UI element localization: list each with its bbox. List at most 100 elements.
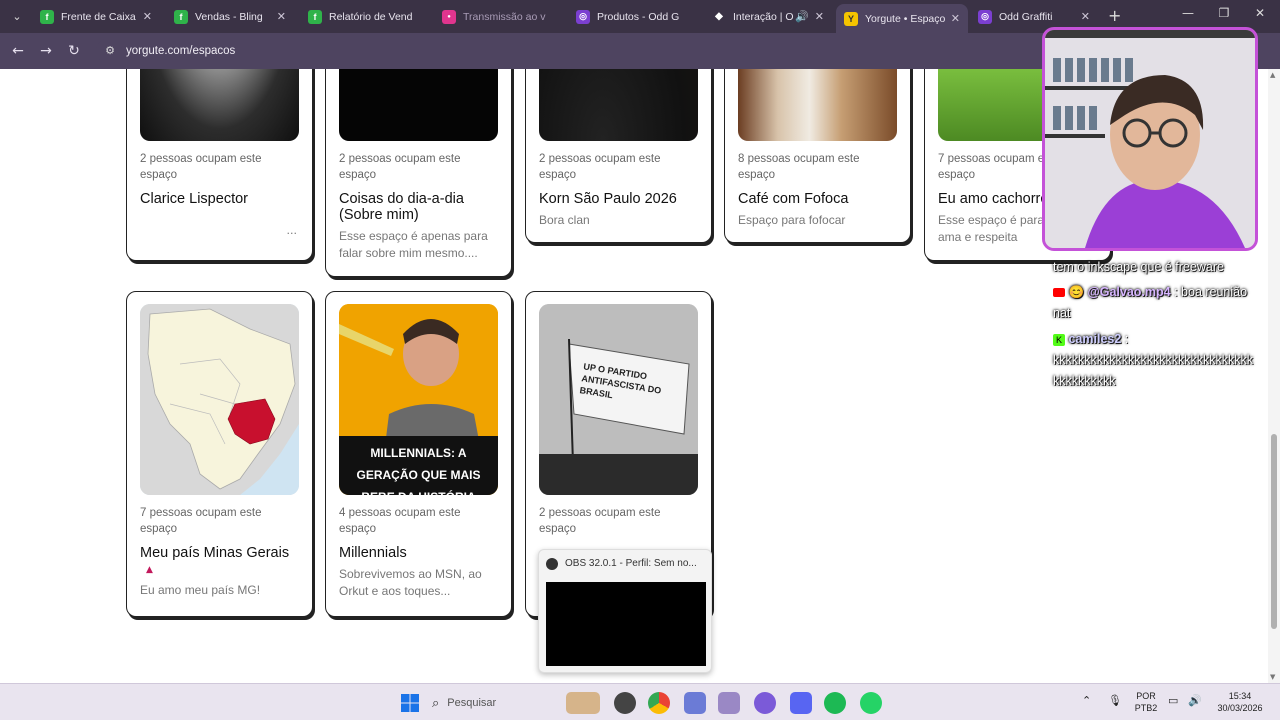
space-title: Clarice Lispector bbox=[140, 191, 248, 207]
page-scrollbar[interactable]: ▲ ▼ bbox=[1268, 69, 1280, 683]
tab-odd-graffiti[interactable]: ◎ Odd Graffiti ✕ bbox=[970, 4, 1098, 29]
brazil-map-image bbox=[140, 304, 299, 495]
tab-label: Yorgute • Espaços bbox=[865, 12, 945, 25]
kick-icon: K bbox=[1053, 334, 1065, 346]
burger-widget-icon[interactable] bbox=[566, 692, 600, 714]
obs-window-title: OBS 32.0.1 - Perfil: Sem no... bbox=[565, 558, 697, 569]
chat-message: tem o inkscape que é freeware bbox=[1053, 260, 1224, 274]
volume-icon[interactable]: 🔊 bbox=[1188, 695, 1202, 707]
obs-icon bbox=[546, 558, 558, 570]
tab-transmissao[interactable]: ● Transmissão ao v bbox=[434, 4, 562, 29]
occupancy-text: 2 pessoas ocupam este espaço bbox=[140, 153, 262, 181]
emoji-icon: 😊 bbox=[1068, 285, 1085, 299]
back-arrow-icon[interactable]: ← bbox=[8, 41, 28, 61]
odd-graffiti-favicon-icon: ◎ bbox=[978, 9, 992, 24]
space-card[interactable]: 7 pessoas ocupam este espaço Meu país Mi… bbox=[126, 291, 313, 617]
close-icon[interactable]: ✕ bbox=[143, 10, 152, 23]
reload-icon[interactable]: ↻ bbox=[64, 41, 84, 61]
clock-time: 15:34 bbox=[1228, 691, 1252, 701]
forward-arrow-icon[interactable]: → bbox=[36, 41, 56, 61]
chat-message: 😊 @Galvao.mp4 : boa reunião nat bbox=[1053, 282, 1253, 324]
whatsapp-icon[interactable] bbox=[860, 692, 882, 714]
space-thumbnail bbox=[339, 69, 498, 141]
tab-search-chevron-icon[interactable]: ⌄ bbox=[6, 6, 28, 28]
restore-icon[interactable]: ❐ bbox=[1214, 6, 1234, 20]
occupancy-text: 4 pessoas ocupam este espaço bbox=[339, 507, 461, 535]
live-favicon-icon: ● bbox=[442, 9, 456, 24]
youtube-icon bbox=[1053, 288, 1065, 298]
tab-produtos-odd[interactable]: ◎ Produtos - Odd G bbox=[568, 4, 696, 29]
chat-username: @Galvao.mp4 bbox=[1087, 285, 1171, 299]
space-title: Coisas do dia-a-dia (Sobre mim) bbox=[339, 191, 464, 223]
close-icon[interactable]: ✕ bbox=[277, 10, 286, 23]
space-title: Korn São Paulo 2026 bbox=[539, 191, 677, 207]
obs-taskbar-preview[interactable]: OBS 32.0.1 - Perfil: Sem no... bbox=[538, 549, 712, 673]
bling-favicon-icon: f bbox=[174, 9, 188, 24]
space-description: Bora clan bbox=[539, 213, 590, 227]
space-thumbnail bbox=[140, 69, 299, 141]
spotify-icon[interactable] bbox=[824, 692, 846, 714]
chat-message: K camiles2 : kkkkkkkkkkkkkkkkkkkkkkkkkkk… bbox=[1053, 329, 1258, 392]
space-thumbnail bbox=[539, 69, 698, 141]
occupancy-text: 2 pessoas ocupam este espaço bbox=[539, 153, 661, 181]
microphone-icon[interactable]: 🎙 bbox=[1108, 695, 1122, 707]
scroll-up-icon[interactable]: ▲ bbox=[1270, 71, 1275, 79]
bling-favicon-icon: f bbox=[40, 9, 54, 24]
tab-label: Odd Graffiti bbox=[999, 10, 1053, 23]
obs-app-icon[interactable] bbox=[614, 692, 636, 714]
tab-relatorio-de-vendas[interactable]: f Relatório de Vend bbox=[300, 4, 428, 29]
space-card[interactable]: MILLENNIALS: A GERAÇÃO QUE MAIS BEBE DA … bbox=[325, 291, 512, 617]
window-close-icon[interactable]: ✕ bbox=[1250, 6, 1270, 20]
windows-taskbar: ⌕ Pesquisar ⌃ 🎙 POR PTB2 ▭ 🔊 15:34 30/03… bbox=[0, 683, 1280, 720]
streamer-video-image bbox=[1045, 30, 1255, 248]
space-card[interactable]: 2 pessoas ocupam este espaço Clarice Lis… bbox=[126, 69, 313, 261]
close-icon[interactable]: ✕ bbox=[951, 12, 960, 25]
space-card[interactable]: 2 pessoas ocupam este espaço Coisas do d… bbox=[325, 69, 512, 277]
taskbar-search[interactable]: ⌕ Pesquisar bbox=[432, 690, 536, 716]
space-title: Meu país Minas Gerais bbox=[140, 545, 290, 561]
scroll-thumb[interactable] bbox=[1271, 434, 1277, 629]
clock[interactable]: 15:34 30/03/2026 bbox=[1212, 690, 1268, 714]
more-indicator: ... bbox=[286, 224, 298, 237]
discord-icon[interactable] bbox=[790, 692, 812, 714]
url-text: yorgute.com/espacos bbox=[126, 45, 236, 57]
tab-frente-de-caixa[interactable]: f Frente de Caixa - ✕ bbox=[32, 4, 160, 29]
lang-bottom: PTB2 bbox=[1134, 703, 1158, 713]
occupancy-text: 2 pessoas ocupam este espaço bbox=[539, 507, 661, 535]
occupancy-text: 7 pessoas ocupam este espaço bbox=[140, 507, 262, 535]
space-card[interactable]: 8 pessoas ocupam este espaço Café com Fo… bbox=[724, 69, 911, 243]
space-description: Eu amo meu país MG! bbox=[140, 583, 261, 597]
tab-vendas-bling[interactable]: f Vendas - Bling ✕ bbox=[166, 4, 294, 29]
tab-label: Produtos - Odd G bbox=[597, 10, 680, 23]
speaker-icon[interactable]: 🔊 bbox=[795, 10, 809, 23]
new-tab-button[interactable]: + bbox=[1108, 6, 1121, 26]
space-description: Sobrevivemos ao MSN, ao Orkut e aos toqu… bbox=[339, 567, 482, 598]
bling-favicon-icon: f bbox=[308, 9, 322, 24]
chevron-up-icon[interactable]: ⌃ bbox=[1082, 695, 1091, 707]
chrome-icon[interactable] bbox=[648, 692, 670, 714]
address-bar[interactable]: ⚙ yorgute.com/espacos bbox=[96, 38, 1056, 64]
close-icon[interactable]: ✕ bbox=[1081, 10, 1090, 23]
site-settings-icon[interactable]: ⚙ bbox=[102, 43, 118, 59]
scroll-down-icon[interactable]: ▼ bbox=[1270, 673, 1275, 681]
lang-top: POR bbox=[1136, 691, 1156, 701]
caret-up-icon: ▲ bbox=[146, 565, 153, 575]
occupancy-text: 2 pessoas ocupam este espaço bbox=[339, 153, 461, 181]
tab-label: Transmissão ao v bbox=[463, 10, 546, 23]
tab-yorgute-espacos[interactable]: Y Yorgute • Espaços ✕ bbox=[836, 4, 968, 33]
tab-interacao[interactable]: ◆ Interação | O 🔊 ✕ bbox=[704, 4, 832, 29]
close-icon[interactable]: ✕ bbox=[815, 10, 824, 23]
file-explorer-icon[interactable] bbox=[718, 692, 740, 714]
windows-start-icon[interactable] bbox=[399, 692, 421, 714]
space-thumbnail bbox=[140, 304, 299, 495]
app-icon[interactable] bbox=[754, 692, 776, 714]
minimize-icon[interactable]: — bbox=[1178, 6, 1198, 20]
space-card[interactable]: 2 pessoas ocupam este espaço Korn São Pa… bbox=[525, 69, 712, 243]
yorgute-favicon-icon: Y bbox=[844, 11, 858, 26]
app-icon[interactable] bbox=[684, 692, 706, 714]
tab-label: Vendas - Bling bbox=[195, 10, 263, 23]
space-title: Millennials bbox=[339, 545, 407, 561]
network-icon[interactable]: ▭ bbox=[1168, 695, 1178, 707]
language-indicator[interactable]: POR PTB2 bbox=[1132, 690, 1160, 714]
tab-label: Relatório de Vend bbox=[329, 10, 413, 23]
